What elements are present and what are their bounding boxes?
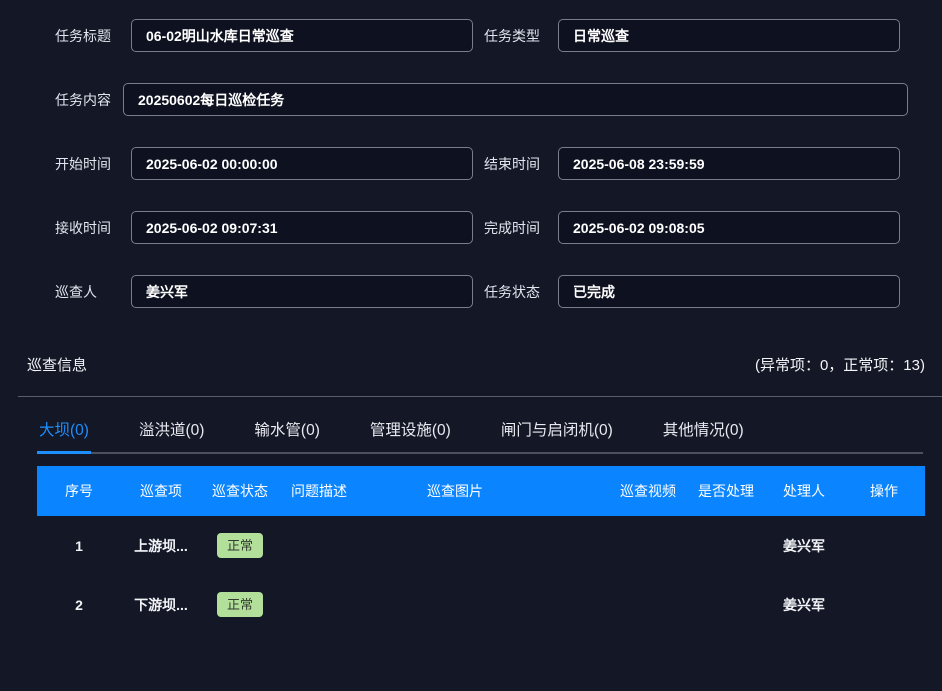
table-header-row: 序号 巡查项 巡查状态 问题描述 巡查图片 巡查视频 是否处理 处理人 操作 [37, 466, 925, 516]
task-form: 任务标题 任务类型 任务内容 开始时间 结束时间 接收时间 完成时间 巡查人 任… [0, 0, 942, 308]
col-handler: 处理人 [765, 481, 843, 501]
col-index: 序号 [37, 481, 121, 501]
category-tabs: 大坝(0) 溢洪道(0) 输水管(0) 管理设施(0) 闸门与启闭机(0) 其他… [37, 409, 923, 454]
tab-gate-hoist[interactable]: 闸门与启闭机(0) [499, 409, 615, 454]
form-row-5: 巡查人 任务状态 [0, 275, 942, 308]
task-type-label: 任务类型 [484, 26, 558, 46]
task-status-input[interactable] [558, 275, 900, 308]
tab-spillway[interactable]: 溢洪道(0) [137, 409, 206, 454]
row-item: 下游坝... [121, 595, 201, 615]
row-handler: 姜兴军 [765, 595, 843, 615]
form-row-4: 接收时间 完成时间 [0, 211, 942, 244]
patroller-input[interactable] [131, 275, 473, 308]
receive-time-input[interactable] [131, 211, 473, 244]
patrol-task-detail-page: 任务标题 任务类型 任务内容 开始时间 结束时间 接收时间 完成时间 巡查人 任… [0, 0, 942, 691]
receive-time-label: 接收时间 [55, 218, 131, 238]
patroller-label: 巡查人 [55, 282, 131, 302]
row-index: 2 [37, 597, 121, 613]
patrol-items-table: 序号 巡查项 巡查状态 问题描述 巡查图片 巡查视频 是否处理 处理人 操作 1… [37, 466, 925, 634]
form-row-3: 开始时间 结束时间 [0, 147, 942, 180]
start-time-input[interactable] [131, 147, 473, 180]
task-status-label: 任务状态 [484, 282, 558, 302]
tab-other[interactable]: 其他情况(0) [661, 409, 746, 454]
finish-time-label: 完成时间 [484, 218, 558, 238]
task-type-input[interactable] [558, 19, 900, 52]
finish-time-input[interactable] [558, 211, 900, 244]
form-row-1: 任务标题 任务类型 [0, 19, 942, 52]
tab-dam[interactable]: 大坝(0) [37, 409, 91, 454]
task-title-input[interactable] [131, 19, 473, 52]
task-content-label: 任务内容 [55, 90, 131, 110]
col-item: 巡查项 [121, 481, 201, 501]
table-row: 1 上游坝... 正常 姜兴军 [37, 516, 925, 575]
tab-management-facility[interactable]: 管理设施(0) [368, 409, 453, 454]
row-handler: 姜兴军 [765, 536, 843, 556]
tab-water-pipe[interactable]: 输水管(0) [252, 409, 321, 454]
start-time-label: 开始时间 [55, 154, 131, 174]
section-title: 巡查信息 [27, 354, 87, 375]
patrol-info-header: 巡查信息 (异常项：0，正常项：13) [0, 354, 942, 375]
task-title-label: 任务标题 [55, 26, 131, 46]
col-action: 操作 [843, 481, 925, 501]
status-badge: 正常 [217, 592, 263, 617]
table-row: 2 下游坝... 正常 姜兴军 [37, 575, 925, 634]
row-status: 正常 [201, 533, 279, 558]
col-status: 巡查状态 [201, 481, 279, 501]
row-item: 上游坝... [121, 536, 201, 556]
section-divider [18, 396, 942, 397]
task-content-input[interactable] [123, 83, 908, 116]
form-row-2: 任务内容 [0, 83, 942, 116]
status-badge: 正常 [217, 533, 263, 558]
row-status: 正常 [201, 592, 279, 617]
col-handled: 是否处理 [687, 481, 765, 501]
col-picture: 巡查图片 [359, 481, 609, 501]
row-index: 1 [37, 538, 121, 554]
col-video: 巡查视频 [609, 481, 687, 501]
end-time-label: 结束时间 [484, 154, 558, 174]
col-problem-desc: 问题描述 [279, 481, 359, 501]
abnormal-normal-count: (异常项：0，正常项：13) [755, 354, 925, 375]
end-time-input[interactable] [558, 147, 900, 180]
